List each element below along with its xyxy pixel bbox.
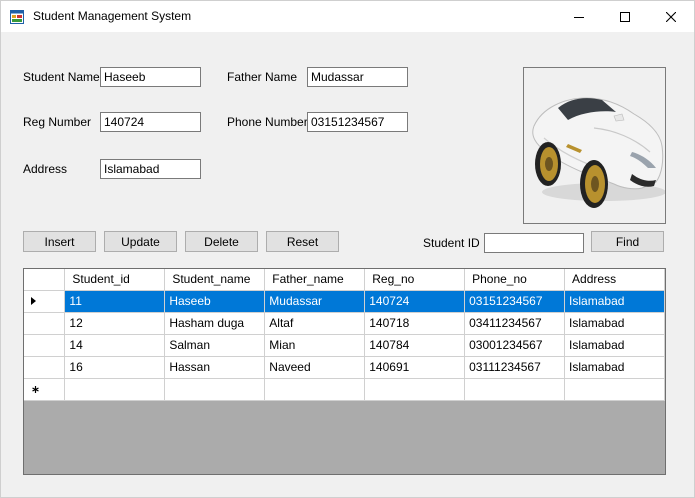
minimize-icon <box>574 16 584 18</box>
cell-student-id[interactable]: 11 <box>64 290 166 313</box>
cell-student-name[interactable]: Hasham duga <box>164 312 266 335</box>
column-header-address[interactable]: Address <box>564 269 665 291</box>
cell-student-name[interactable]: Salman <box>164 334 266 357</box>
corner-header-cell <box>24 269 66 291</box>
father-name-field[interactable] <box>307 67 408 87</box>
row-pointer-icon <box>31 297 36 305</box>
students-table: Student_id Student_name Father_name Reg_… <box>24 269 665 401</box>
cell-reg-no[interactable]: 140718 <box>364 312 466 335</box>
cell-father-name[interactable]: Naveed <box>264 356 366 379</box>
student-id-label: Student ID <box>423 236 480 250</box>
cell-father-name[interactable]: Mian <box>264 334 366 357</box>
new-row-cell[interactable] <box>364 378 466 401</box>
cell-father-name[interactable]: Altaf <box>264 312 366 335</box>
father-name-label: Father Name <box>227 70 298 84</box>
cell-student-name[interactable]: Hassan <box>164 356 266 379</box>
column-header-student-id[interactable]: Student_id <box>64 269 166 291</box>
find-button[interactable]: Find <box>591 231 664 252</box>
column-header-phone-no[interactable]: Phone_no <box>464 269 566 291</box>
students-data-grid[interactable]: Student_id Student_name Father_name Reg_… <box>23 268 666 475</box>
column-header-reg-no[interactable]: Reg_no <box>364 269 466 291</box>
reg-number-field[interactable] <box>100 112 201 132</box>
cell-student-name[interactable]: Haseeb <box>164 290 266 313</box>
reset-button[interactable]: Reset <box>266 231 339 252</box>
cell-phone-no[interactable]: 03411234567 <box>464 312 566 335</box>
row-header-cell[interactable] <box>24 334 66 357</box>
new-row-cell[interactable] <box>464 378 566 401</box>
student-picture-box <box>523 67 666 224</box>
phone-number-field[interactable] <box>307 112 408 132</box>
sports-car-image <box>532 97 665 208</box>
maximize-icon <box>620 11 630 22</box>
cell-reg-no[interactable]: 140724 <box>364 290 466 313</box>
app-form-icon <box>10 10 24 24</box>
reg-number-label: Reg Number <box>23 115 92 129</box>
table-row[interactable]: 14 Salman Mian 140784 03001234567 Islama… <box>24 334 665 357</box>
table-row[interactable]: 12 Hasham duga Altaf 140718 03411234567 … <box>24 312 665 335</box>
title-bar: Student Management System <box>1 1 694 32</box>
phone-number-label: Phone Number <box>227 115 308 129</box>
student-name-field[interactable] <box>100 67 201 87</box>
new-row[interactable] <box>24 378 665 401</box>
row-header-cell[interactable] <box>24 356 66 379</box>
close-icon <box>666 11 676 22</box>
header-row: Student_id Student_name Father_name Reg_… <box>24 269 665 291</box>
delete-button[interactable]: Delete <box>185 231 258 252</box>
update-button[interactable]: Update <box>104 231 177 252</box>
address-field[interactable] <box>100 159 201 179</box>
insert-button[interactable]: Insert <box>23 231 96 252</box>
row-header-cell[interactable] <box>24 290 66 313</box>
new-row-cell[interactable] <box>64 378 166 401</box>
new-row-cell[interactable] <box>164 378 266 401</box>
close-button[interactable] <box>648 1 694 32</box>
cell-student-id[interactable]: 12 <box>64 312 166 335</box>
cell-phone-no[interactable]: 03001234567 <box>464 334 566 357</box>
column-header-student-name[interactable]: Student_name <box>164 269 266 291</box>
cell-address[interactable]: Islamabad <box>564 312 665 335</box>
cell-reg-no[interactable]: 140784 <box>364 334 466 357</box>
table-row[interactable]: 11 Haseeb Mudassar 140724 03151234567 Is… <box>24 290 665 313</box>
cell-phone-no[interactable]: 03111234567 <box>464 356 566 379</box>
cell-student-id[interactable]: 14 <box>64 334 166 357</box>
cell-address[interactable]: Islamabad <box>564 356 665 379</box>
table-row[interactable]: 16 Hassan Naveed 140691 03111234567 Isla… <box>24 356 665 379</box>
student-name-label: Student Name <box>23 70 100 84</box>
cell-reg-no[interactable]: 140691 <box>364 356 466 379</box>
student-id-search-field[interactable] <box>484 233 584 253</box>
address-label: Address <box>23 162 68 176</box>
new-row-cell[interactable] <box>564 378 665 401</box>
maximize-button[interactable] <box>602 1 648 32</box>
cell-address[interactable]: Islamabad <box>564 290 665 313</box>
main-window: Student Management System Student Name F… <box>0 0 695 498</box>
cell-student-id[interactable]: 16 <box>64 356 166 379</box>
new-row-cell[interactable] <box>264 378 366 401</box>
column-header-father-name[interactable]: Father_name <box>264 269 366 291</box>
cell-father-name[interactable]: Mudassar <box>264 290 366 313</box>
row-header-cell[interactable] <box>24 312 66 335</box>
new-row-asterisk-icon <box>32 385 39 393</box>
row-header-cell[interactable] <box>24 378 66 401</box>
cell-address[interactable]: Islamabad <box>564 334 665 357</box>
minimize-button[interactable] <box>556 1 602 32</box>
window-title: Student Management System <box>33 9 192 23</box>
cell-phone-no[interactable]: 03151234567 <box>464 290 566 313</box>
